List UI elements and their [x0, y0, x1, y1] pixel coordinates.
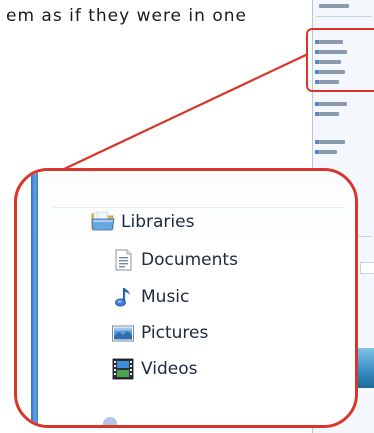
nav-item-documents[interactable]: Documents — [111, 244, 238, 276]
nav-item-label: Libraries — [121, 212, 195, 232]
nav-item-label: Documents — [141, 250, 238, 270]
pictures-icon — [111, 321, 135, 345]
nav-pane-edge-bar — [31, 171, 38, 425]
body-text-fragment: em as if they were in one — [6, 6, 247, 26]
thumb-icon — [315, 140, 319, 144]
thumbnail-highlight-box — [306, 28, 374, 92]
thumb-icon — [315, 150, 319, 154]
nav-item-libraries[interactable]: Libraries — [91, 206, 194, 238]
nav-item-label: Videos — [141, 359, 198, 379]
magnified-callout: Libraries Documents Music Pictures Video… — [14, 168, 358, 428]
videos-film-icon — [111, 357, 135, 381]
documents-icon — [111, 248, 135, 272]
thumb-row — [319, 102, 347, 106]
tutorial-page: em as if they were in one Libraries Docu… — [0, 0, 374, 433]
thumb-preview-tile — [360, 262, 374, 274]
nav-item-label: Music — [141, 287, 190, 307]
music-note-icon — [111, 285, 135, 309]
thumb-row — [319, 4, 349, 8]
nav-item-pictures[interactable]: Pictures — [111, 317, 208, 349]
libraries-folder-icon — [91, 210, 115, 234]
thumb-row — [319, 140, 345, 144]
navigation-pane — [38, 171, 355, 425]
partially-visible-icon — [103, 417, 117, 425]
nav-item-videos[interactable]: Videos — [111, 353, 198, 385]
thumb-icon — [315, 112, 319, 116]
thumb-row — [319, 112, 339, 116]
thumb-row — [319, 150, 337, 154]
thumb-divider — [316, 16, 372, 17]
nav-item-label: Pictures — [141, 323, 209, 343]
nav-item-music[interactable]: Music — [111, 281, 189, 313]
thumb-icon — [315, 102, 319, 106]
